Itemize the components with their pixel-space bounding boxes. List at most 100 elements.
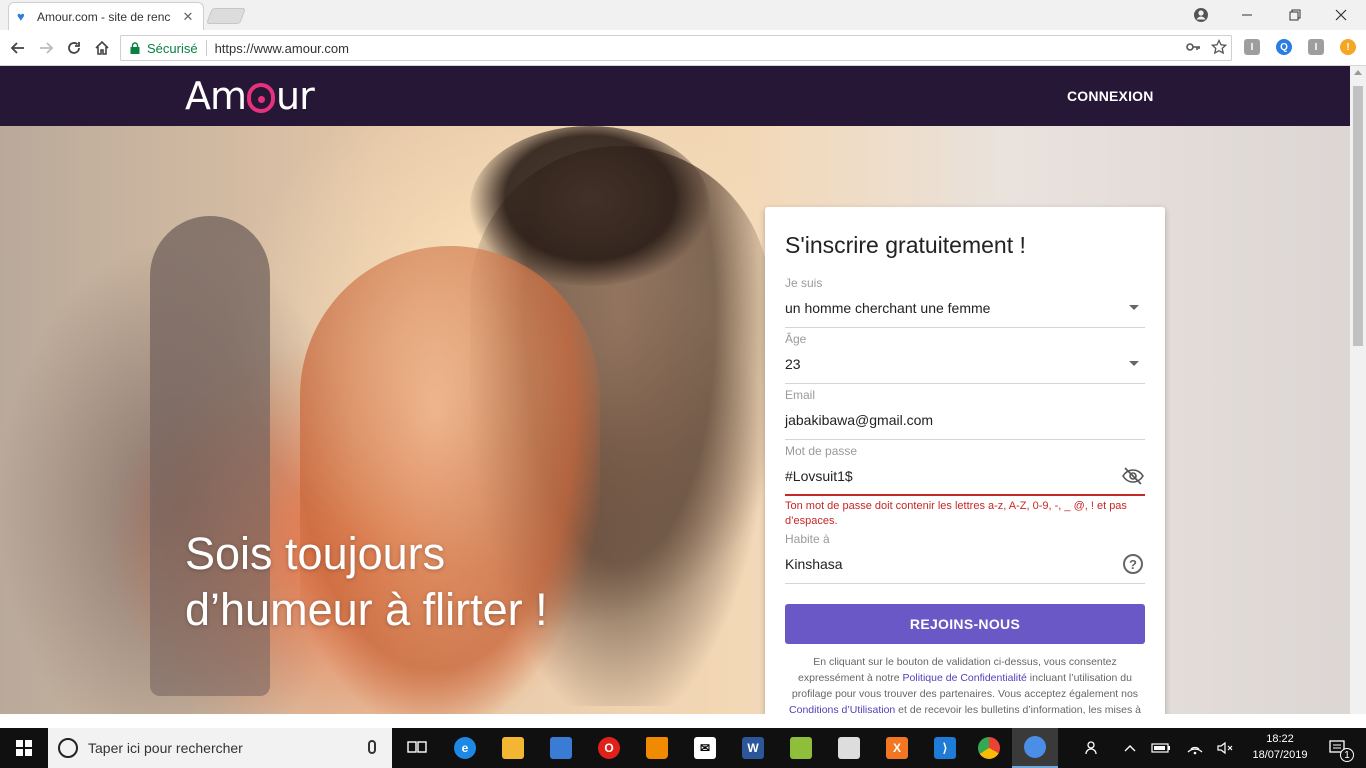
dropdown-caret-icon (1129, 361, 1139, 366)
hero-headline: Sois toujours d’humeur à flirter ! (185, 526, 548, 638)
file-explorer-icon[interactable] (490, 728, 536, 768)
address-separator (205, 40, 207, 56)
home-icon[interactable] (91, 37, 113, 59)
site-header: Am ur CONNEXION (0, 66, 1350, 126)
task-view-icon[interactable] (394, 728, 440, 768)
close-window-icon[interactable] (1326, 0, 1356, 30)
email-value: jabakibawa@gmail.com (785, 412, 934, 428)
address-bar-actions (1185, 38, 1228, 58)
page-viewport: Am ur CONNEXION Sois toujours d’humeur à… (0, 66, 1350, 714)
age-value: 23 (785, 356, 801, 372)
age-select[interactable]: Âge 23 (785, 332, 1145, 384)
taskbar-search-box[interactable]: Taper ici pour rechercher (48, 728, 392, 768)
edge-browser-icon[interactable]: e (442, 728, 488, 768)
password-label: Mot de passe (785, 444, 858, 458)
city-value: Kinshasa (785, 556, 843, 572)
vscode-icon[interactable]: ⟩ (922, 728, 968, 768)
legal-notice: En cliquant sur le bouton de validation … (785, 654, 1145, 714)
gender-label: Je suis (785, 276, 823, 290)
email-field[interactable]: Email jabakibawa@gmail.com (785, 388, 1145, 440)
page-scrollbar[interactable] (1350, 66, 1366, 714)
back-arrow-icon[interactable] (7, 37, 29, 59)
battery-icon[interactable] (1148, 728, 1174, 768)
tab-title: Amour.com - site de renc (37, 9, 171, 24)
photos-icon[interactable] (826, 728, 872, 768)
logo-text-start: Am (185, 74, 247, 118)
people-icon[interactable] (1078, 728, 1108, 768)
cortana-icon (58, 738, 78, 758)
secure-label: Sécurisé (147, 40, 198, 56)
wifi-icon[interactable] (1182, 728, 1208, 768)
gender-select[interactable]: Je suis un homme cherchant une femme (785, 276, 1145, 328)
clock-date: 18/07/2019 (1252, 749, 1308, 761)
email-label: Email (785, 388, 816, 402)
scroll-up-arrow-icon[interactable] (1354, 70, 1362, 75)
lock-icon (129, 42, 141, 54)
browser-tab[interactable]: ♥ Amour.com - site de renc ✕ (8, 2, 204, 30)
city-label: Habite à (785, 532, 830, 546)
login-link[interactable]: CONNEXION (1067, 88, 1154, 104)
url-text[interactable]: https://www.amour.com (215, 41, 349, 56)
hero-headline-line-2: d’humeur à flirter ! (185, 584, 548, 635)
forward-arrow-icon[interactable] (35, 37, 57, 59)
scroll-thumb[interactable] (1353, 86, 1363, 346)
taskbar-clock[interactable]: 18:22 18/07/2019 (1250, 731, 1310, 763)
extension-icon-1[interactable]: I (1244, 39, 1260, 55)
notification-count-badge: 1 (1340, 748, 1354, 762)
browser-toolbar: Sécurisé https://www.amour.com I Q I ! (0, 30, 1366, 66)
address-bar[interactable]: Sécurisé https://www.amour.com (120, 35, 1232, 61)
join-button[interactable]: REJOINS-NOUS (785, 604, 1145, 644)
word-icon[interactable]: W (730, 728, 776, 768)
update-alert-icon[interactable]: ! (1340, 39, 1356, 55)
tab-close-icon[interactable]: ✕ (181, 9, 195, 25)
volume-muted-icon[interactable] (1212, 728, 1238, 768)
microphone-icon[interactable] (368, 740, 376, 754)
city-field[interactable]: Habite à Kinshasa ? (785, 532, 1145, 584)
profile-icon[interactable] (1186, 0, 1216, 30)
hero-photo: Sois toujours d’humeur à flirter ! S'ins… (0, 126, 1350, 714)
password-value: #Lovsuit1$ (785, 468, 853, 484)
mail-icon[interactable]: ✉ (682, 728, 728, 768)
windows-logo-icon (16, 740, 32, 756)
age-label: Âge (785, 332, 807, 346)
terms-of-use-link[interactable]: Conditions d’Utilisation (789, 704, 895, 714)
new-tab-button[interactable] (206, 8, 246, 24)
amour-logo[interactable]: Am ur (185, 74, 315, 118)
bookmark-star-icon[interactable] (1210, 38, 1228, 58)
chrome-icon[interactable] (966, 728, 1012, 768)
password-error-message: Ton mot de passe doit contenir les lettr… (785, 500, 1127, 527)
clock-time: 18:22 (1266, 733, 1294, 745)
restore-icon[interactable] (1280, 0, 1310, 30)
browser-tab-strip: ♥ Amour.com - site de renc ✕ (0, 0, 1366, 30)
windows-taskbar: Taper ici pour rechercher e O ✉ W X ⟩ 18… (0, 728, 1366, 768)
windows-start-button[interactable] (0, 728, 48, 768)
key-icon[interactable] (1185, 39, 1201, 58)
extension-search-icon[interactable]: Q (1276, 39, 1292, 55)
signup-title: S'inscrire gratuitement ! (785, 232, 1026, 258)
hero-woman-shape (300, 246, 600, 714)
action-center-icon[interactable]: 1 (1318, 728, 1358, 768)
chrome-active-window-icon[interactable] (1012, 728, 1058, 768)
opera-icon[interactable]: O (586, 728, 632, 768)
show-hidden-icons-chevron-icon[interactable] (1118, 728, 1142, 768)
extension-icon-2[interactable]: I (1308, 39, 1324, 55)
dropdown-caret-icon (1129, 305, 1139, 310)
legal-text-3: et de recevoir les bulletins d’informati… (898, 704, 1141, 714)
privacy-policy-link[interactable]: Politique de Confidentialité (903, 672, 1027, 684)
logo-heart-o-icon (247, 83, 276, 113)
minimize-icon[interactable] (1232, 0, 1262, 30)
hero-headline-line-1: Sois toujours (185, 528, 446, 579)
logo-text-end: ur (276, 74, 315, 118)
vlc-icon[interactable] (634, 728, 680, 768)
heart-favicon-icon: ♥ (17, 8, 25, 24)
hide-password-eye-icon[interactable] (1121, 464, 1145, 488)
store-icon[interactable] (538, 728, 584, 768)
taskbar-search-placeholder: Taper ici pour rechercher (88, 740, 243, 756)
xampp-icon[interactable]: X (874, 728, 920, 768)
password-field[interactable]: Mot de passe #Lovsuit1$ (785, 444, 1145, 496)
help-question-icon[interactable]: ? (1121, 552, 1145, 576)
notepad-plus-icon[interactable] (778, 728, 824, 768)
signup-card: S'inscrire gratuitement ! Je suis un hom… (765, 207, 1165, 714)
gender-value: un homme cherchant une femme (785, 300, 991, 316)
reload-icon[interactable] (63, 37, 85, 59)
